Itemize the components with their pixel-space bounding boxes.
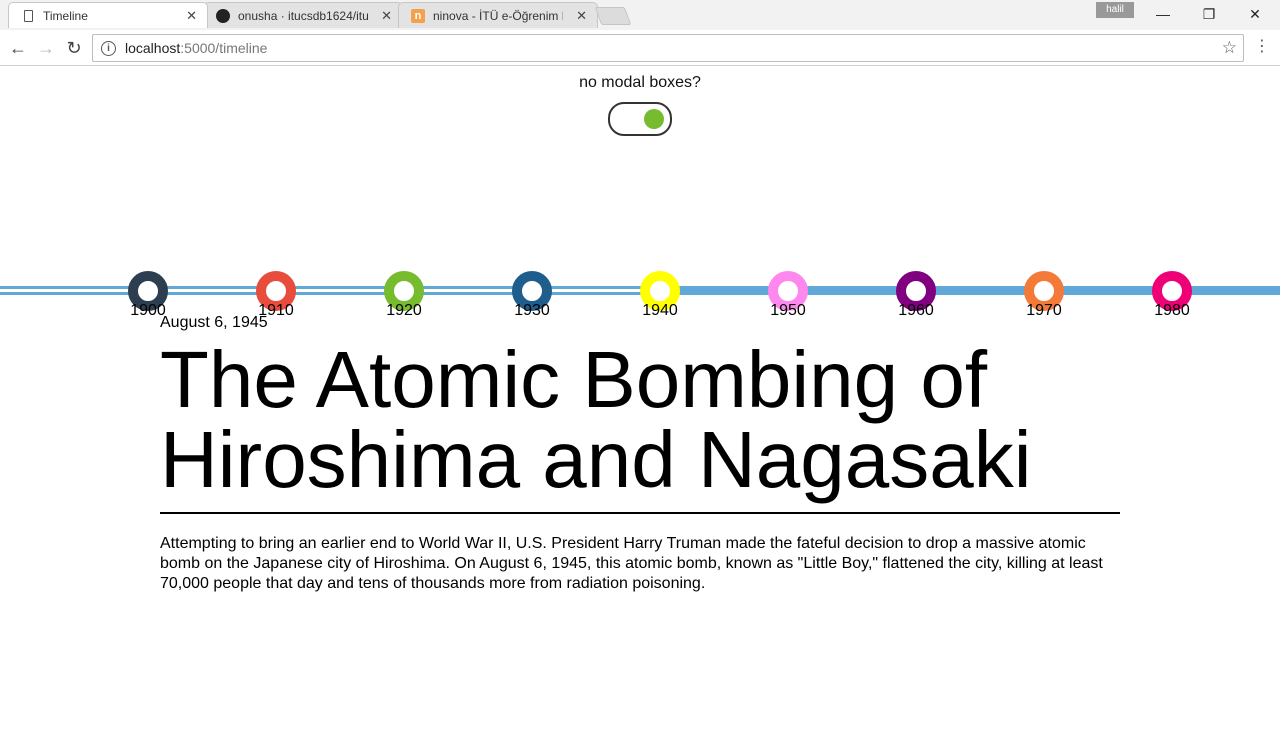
github-icon <box>216 8 230 23</box>
tab-title: Timeline <box>43 8 88 23</box>
window-close-icon[interactable]: ✕ <box>1232 0 1278 28</box>
minimize-icon[interactable]: — <box>1140 0 1186 28</box>
timeline-year-label[interactable]: 1950 <box>770 302 806 320</box>
back-arrow-icon[interactable]: ← <box>6 36 30 60</box>
event-description: Attempting to bring an earlier end to Wo… <box>160 535 1103 592</box>
tab-ninova[interactable]: n ninova - İTÜ e-Öğrenim M ✕ <box>398 2 598 28</box>
browser-tab-strip: Timeline ✕ onusha · itucsdb1624/itu ✕ n … <box>0 0 1280 30</box>
new-tab-button[interactable] <box>594 7 632 25</box>
close-icon[interactable]: ✕ <box>381 8 392 24</box>
restore-icon[interactable]: ❐ <box>1186 0 1232 28</box>
tab-title: onusha · itucsdb1624/itu <box>238 8 368 23</box>
close-icon[interactable]: ✕ <box>186 8 197 24</box>
browser-toolbar: ← → ↻ i localhost:5000/timeline ☆ ⋮ <box>0 30 1280 66</box>
url-host: localhost <box>125 40 181 56</box>
bookmark-star-icon[interactable]: ☆ <box>1222 38 1237 58</box>
timeline-year-label[interactable]: 1970 <box>1026 302 1062 320</box>
timeline-year-label[interactable]: 1940 <box>642 302 678 320</box>
tab-title: ninova - İTÜ e-Öğrenim M <box>433 8 563 23</box>
timeline-line-lower <box>0 292 660 295</box>
timeline-year-label[interactable]: 1920 <box>386 302 422 320</box>
info-icon[interactable]: i <box>101 40 116 56</box>
toggle-label: no modal boxes? <box>579 74 701 91</box>
address-bar[interactable]: i localhost:5000/timeline ☆ <box>92 34 1244 62</box>
timeline-year-label[interactable]: 1930 <box>514 302 550 320</box>
timeline-year-label[interactable]: 1980 <box>1154 302 1190 320</box>
timeline-track <box>0 271 1280 311</box>
tab-github[interactable]: onusha · itucsdb1624/itu ✕ <box>203 2 403 28</box>
title-divider <box>160 512 1120 514</box>
profile-badge[interactable]: halil <box>1096 2 1134 18</box>
url-path: :5000/timeline <box>180 40 268 56</box>
document-icon <box>21 9 35 23</box>
forward-arrow-icon[interactable]: → <box>34 36 58 60</box>
timeline-line-upper <box>0 286 660 289</box>
reload-icon[interactable]: ↻ <box>62 36 86 60</box>
close-icon[interactable]: ✕ <box>576 8 587 24</box>
menu-kebab-icon[interactable]: ⋮ <box>1254 36 1270 56</box>
tab-timeline[interactable]: Timeline ✕ <box>8 2 208 28</box>
toggle-knob[interactable] <box>644 109 664 129</box>
event-title: The Atomic Bombing of Hiroshima and Naga… <box>160 335 1032 504</box>
no-modal-toggle[interactable] <box>608 102 672 136</box>
event-date: August 6, 1945 <box>160 314 268 331</box>
ninova-icon: n <box>411 8 425 23</box>
timeline-year-label[interactable]: 1960 <box>898 302 934 320</box>
